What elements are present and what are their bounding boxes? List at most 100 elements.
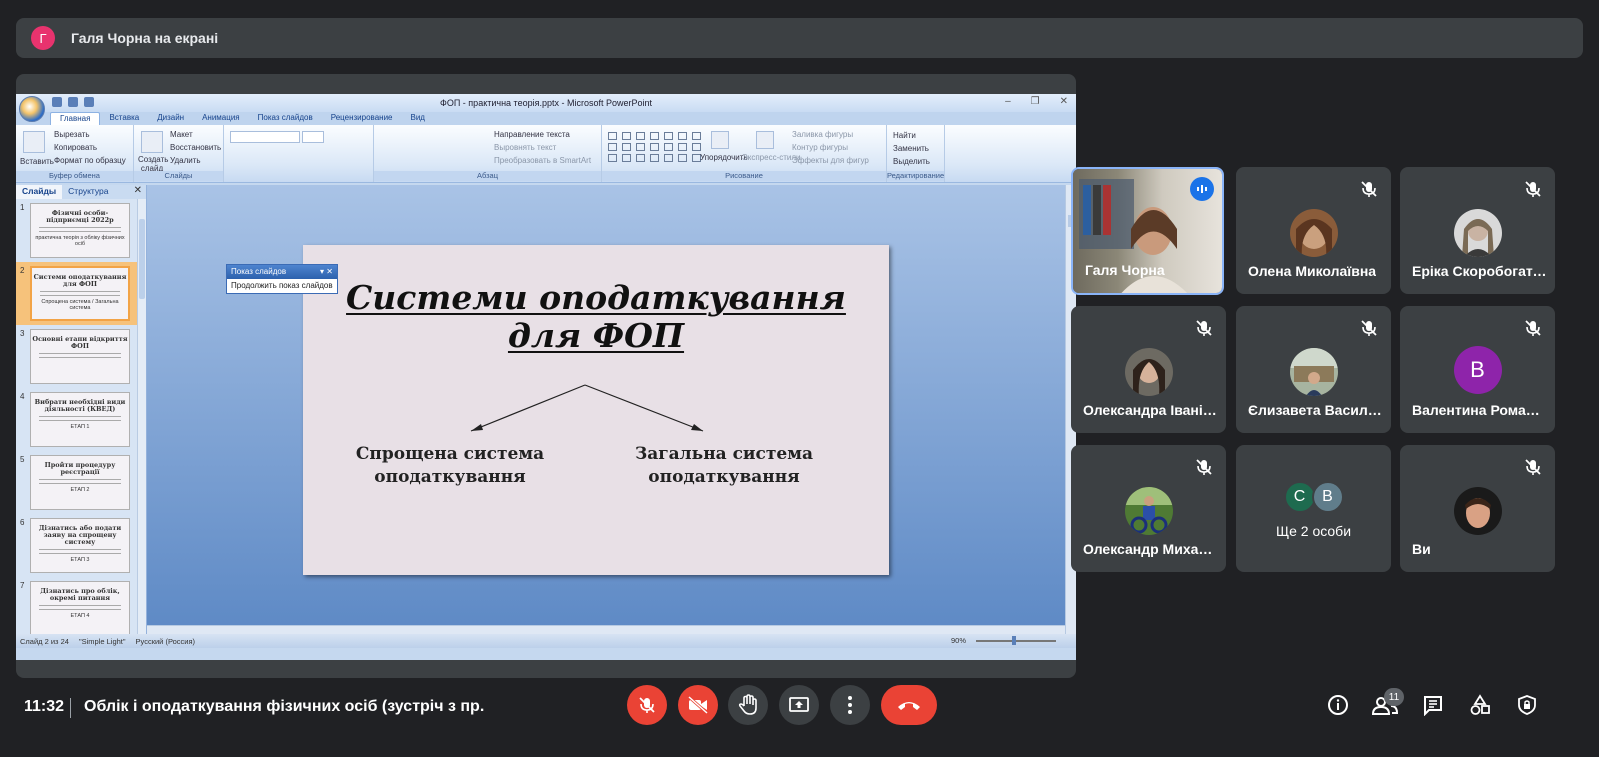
powerpoint-window: ФОП - практична теорія.pptx - Microsoft … bbox=[16, 94, 1076, 660]
mic-off-icon bbox=[639, 697, 655, 713]
thumbnail-number: 6 bbox=[20, 518, 25, 527]
ppt-statusbar: Слайд 2 из 24 "Simple Light" Русский (Ро… bbox=[16, 634, 1076, 648]
panel-tab-outline: Структура bbox=[68, 186, 109, 196]
slide-thumbnail: 5 Пройти процедуру реєстрації ЕТАП 2 bbox=[16, 451, 146, 514]
ribbon-group-font bbox=[224, 125, 374, 182]
status-slide: Слайд 2 из 24 bbox=[20, 636, 69, 646]
replace-label: Заменить bbox=[893, 144, 929, 153]
participant-name: Олександра Іванівна bbox=[1083, 402, 1218, 418]
participant-name: Олександр Михайлович bbox=[1083, 541, 1218, 557]
participant-tile-self[interactable]: Ви bbox=[1400, 445, 1555, 572]
participant-tile[interactable]: Олена Миколаївна bbox=[1236, 167, 1391, 294]
thumbnail-number: 2 bbox=[20, 266, 25, 275]
ribbon-tab: Дизайн bbox=[157, 113, 185, 122]
participant-tile[interactable]: Галя Чорна bbox=[1071, 167, 1224, 295]
thumbnail-title: Вибрати необхідні види діяльності (КВЕД) bbox=[34, 398, 126, 413]
slide-edit-area: Системи оподаткування для ФОП Спрощена с… bbox=[147, 185, 1076, 634]
slide-title-line: для ФОП bbox=[507, 316, 685, 355]
chat-button[interactable] bbox=[1420, 692, 1446, 718]
slides-panel: Слайды Структура ✕ 1 Фізичні особи-підпри… bbox=[16, 185, 147, 636]
avatar: В bbox=[1453, 346, 1502, 394]
avatar bbox=[1289, 348, 1338, 396]
shared-screen[interactable]: ФОП - практична теорія.pptx - Microsoft … bbox=[16, 74, 1076, 678]
quick-styles-label: Экспресс-стили bbox=[742, 153, 801, 162]
thumbnail-title: Пройти процедуру реєстрації bbox=[44, 461, 116, 476]
group-name: Буфер обмена bbox=[16, 171, 133, 181]
quick-access-toolbar bbox=[52, 97, 94, 107]
office-button-icon bbox=[19, 96, 45, 122]
present-screen-button[interactable] bbox=[779, 685, 819, 725]
avatar bbox=[1124, 348, 1173, 396]
more-options-button[interactable] bbox=[830, 685, 870, 725]
presenter-text: Галя Чорна на екрані bbox=[71, 30, 219, 46]
participant-tile[interactable]: Єлизавета Василівна bbox=[1236, 306, 1391, 433]
activities-button[interactable] bbox=[1467, 692, 1493, 718]
raise-hand-button[interactable] bbox=[728, 685, 768, 725]
find-label: Найти bbox=[893, 131, 916, 140]
participant-name: Єлизавета Василівна bbox=[1248, 402, 1383, 418]
divider bbox=[70, 698, 71, 718]
hand-icon bbox=[738, 694, 757, 715]
status-zoom: 90% bbox=[950, 636, 966, 645]
slide-text-line: оподаткування bbox=[648, 467, 800, 487]
format-painter-label: Формат по образцу bbox=[54, 156, 126, 165]
thumbnail-title: Основні етапи відкриття ФОП bbox=[32, 335, 128, 350]
mic-off-icon bbox=[1525, 181, 1541, 197]
ribbon-group-drawing: Упорядочить Экспресс-стили Заливка фигур… bbox=[602, 125, 887, 182]
thumbnail-sub: практична теорія з обліку фізичних осіб bbox=[35, 235, 125, 247]
text-direction-label: Направление текста bbox=[494, 130, 570, 139]
thumbnail-sub: ЕТАП 3 bbox=[70, 557, 90, 563]
shape-effects-label: Эффекты для фигур bbox=[792, 156, 869, 165]
host-controls-button[interactable] bbox=[1514, 692, 1540, 718]
mic-off-icon bbox=[1525, 459, 1541, 475]
camera-off-icon bbox=[688, 695, 708, 715]
slide-right-text: Загальна система оподаткування bbox=[617, 443, 831, 489]
leave-call-button[interactable] bbox=[881, 685, 937, 725]
participant-tile[interactable]: Еріка Скоробогатова bbox=[1400, 167, 1555, 294]
ribbon-tabs: Главная Вставка Дизайн Анимация Показ сл… bbox=[16, 112, 1076, 125]
avatar: С bbox=[1283, 481, 1316, 513]
ribbon: Вставить Вырезать Копировать Формат по о… bbox=[16, 125, 1076, 183]
current-slide: Системи оподаткування для ФОП Спрощена с… bbox=[303, 245, 889, 575]
participant-tile[interactable]: В Валентина Романівна bbox=[1400, 306, 1555, 433]
participant-tile-others[interactable]: С В Ще 2 особи bbox=[1236, 445, 1391, 572]
camera-toggle-button[interactable] bbox=[678, 685, 718, 725]
popup-item: Продолжить показ слайдов bbox=[231, 281, 333, 290]
layout-label: Макет bbox=[170, 130, 193, 139]
participants-count-badge: 11 bbox=[1384, 688, 1404, 706]
ribbon-tab: Анимация bbox=[202, 113, 240, 122]
end-call-icon bbox=[898, 702, 920, 710]
chat-icon bbox=[1424, 696, 1442, 716]
presenter-avatar: Г bbox=[31, 26, 55, 50]
speaking-indicator-icon bbox=[1190, 177, 1214, 201]
participants-button[interactable]: 11 bbox=[1372, 688, 1404, 718]
info-icon bbox=[1328, 695, 1348, 715]
thumbnail-preview: Вибрати необхідні види діяльності (КВЕД)… bbox=[30, 392, 130, 447]
thumbnail-title: Дізнатись про облік, окремі питання bbox=[40, 587, 120, 602]
group-name: Слайды bbox=[134, 171, 223, 181]
avatar bbox=[1453, 487, 1502, 535]
reset-label: Восстановить bbox=[170, 143, 222, 152]
group-name: Редактирование bbox=[887, 171, 945, 181]
participant-tile[interactable]: Олександр Михайлович bbox=[1071, 445, 1226, 572]
participant-tile[interactable]: Олександра Іванівна bbox=[1071, 306, 1226, 433]
ribbon-tab: Показ слайдов bbox=[257, 113, 313, 122]
slide-text-line: Загальна система bbox=[634, 444, 814, 464]
avatar: В bbox=[1311, 481, 1344, 513]
slide-thumbnail: 4 Вибрати необхідні види діяльності (КВЕД… bbox=[16, 388, 146, 451]
thumbnail-preview: Дізнатись або подати заяву на спрощену с… bbox=[30, 518, 130, 573]
activities-icon bbox=[1470, 694, 1490, 715]
mic-off-icon bbox=[1525, 320, 1541, 336]
participant-name: Валентина Романівна bbox=[1412, 402, 1547, 418]
shape-fill-label: Заливка фигуры bbox=[792, 130, 854, 139]
panel-tab-slides: Слайды bbox=[16, 185, 63, 199]
panel-scrollbar bbox=[137, 199, 146, 634]
mic-off-icon bbox=[1361, 181, 1377, 197]
thumbnail-sub: Спрощена система / Загальна система bbox=[41, 299, 119, 311]
status-language: Русский (Россия) bbox=[135, 636, 196, 646]
meeting-info-button[interactable] bbox=[1325, 692, 1351, 718]
mic-toggle-button[interactable] bbox=[627, 685, 667, 725]
slide-title: Системи оподаткування для ФОП bbox=[303, 279, 889, 355]
mic-off-icon bbox=[1196, 320, 1212, 336]
ribbon-tab: Рецензирование bbox=[330, 113, 393, 122]
